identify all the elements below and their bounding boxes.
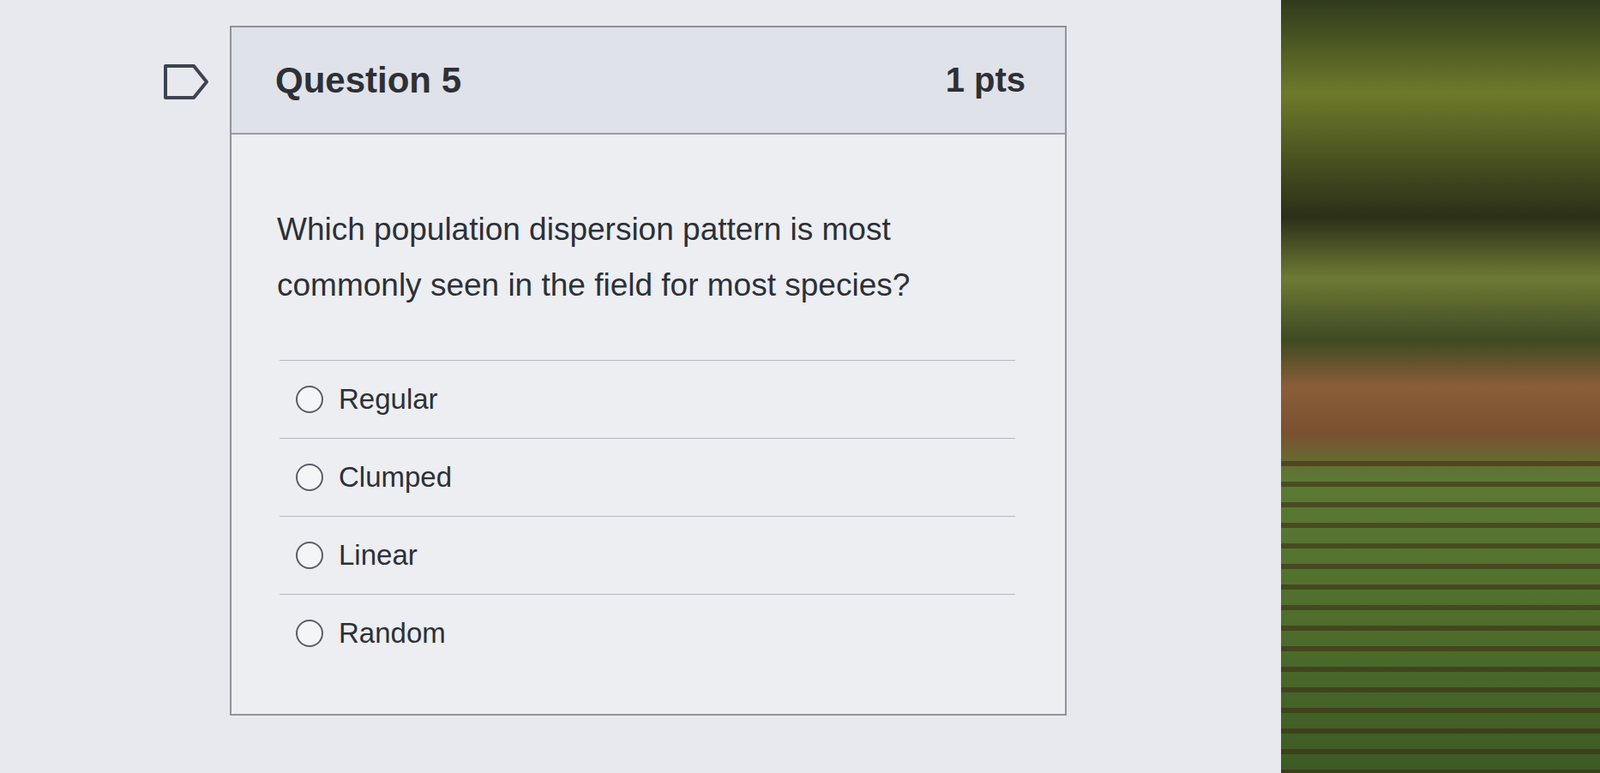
answer-label: Clumped xyxy=(338,461,452,494)
answer-label: Regular xyxy=(338,383,439,416)
screen: Question 5 1 pts Which population dispersi… xyxy=(0,0,1600,773)
answer-option[interactable]: Regular xyxy=(279,360,1016,439)
radio-button[interactable] xyxy=(295,463,324,492)
radio-button[interactable] xyxy=(295,541,324,570)
answer-option[interactable]: Linear xyxy=(279,516,1016,595)
question-points: 1 pts xyxy=(945,60,1026,100)
question-text: Which population dispersion pattern is m… xyxy=(276,201,1015,313)
question-card: Question 5 1 pts Which population dispersi… xyxy=(229,25,1067,716)
answer-option[interactable]: Clumped xyxy=(279,438,1016,517)
quiz-area: Question 5 1 pts Which population dispersi… xyxy=(0,0,1282,773)
question-body: Which population dispersion pattern is m… xyxy=(231,134,1065,707)
question-title: Question 5 xyxy=(275,60,462,102)
radio-button[interactable] xyxy=(295,385,324,414)
background-photo xyxy=(1281,0,1600,773)
radio-button[interactable] xyxy=(295,619,324,648)
question-header: Question 5 1 pts xyxy=(231,27,1065,135)
answer-label: Random xyxy=(338,617,446,650)
answer-option[interactable]: Random xyxy=(279,594,1016,673)
answer-list: Regular Clumped Linear Random xyxy=(279,360,1016,673)
answer-label: Linear xyxy=(338,539,418,572)
flag-icon[interactable] xyxy=(162,63,210,101)
